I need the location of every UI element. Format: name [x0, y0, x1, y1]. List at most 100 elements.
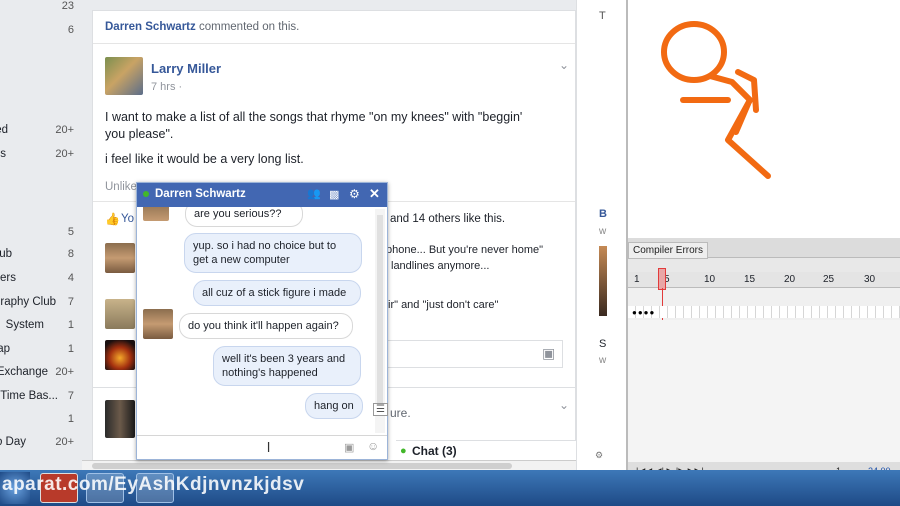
left-sidebar: 23 6 ed20+ s20+ 5 ub8 ers4 raphy Club7 S…: [0, 0, 82, 470]
chat-message: do you think it'll happen again?: [179, 313, 353, 339]
sender-avatar: [143, 309, 173, 339]
post-text: ure.: [390, 406, 411, 420]
horizontal-scrollbar[interactable]: [82, 460, 622, 470]
timeline-ruler[interactable]: 1 5 10 15 20 25 30: [628, 272, 900, 288]
sidebar-item[interactable]: o Day20+: [0, 436, 82, 452]
taskbar: aparat.com/EyAshKdjnvnzkjdsv: [0, 470, 900, 506]
gear-icon[interactable]: ⚙: [349, 187, 360, 201]
sidebar-item[interactable]: Time Bas... 7: [0, 390, 82, 406]
right-col-text: w: [599, 226, 607, 237]
sidebar-item[interactable]: System 1: [0, 319, 82, 335]
sidebar-item[interactable]: ers 4: [0, 272, 82, 288]
author-avatar[interactable]: [105, 57, 143, 95]
right-col-text: T: [599, 10, 606, 22]
likes-count[interactable]: and 14 others like this.: [390, 213, 505, 225]
timeline-layer-row[interactable]: ●●●●: [628, 306, 900, 318]
sidebar-item[interactable]: s 20+: [0, 148, 82, 164]
chevron-down-icon[interactable]: ⌄: [559, 58, 569, 72]
comment-text: phone... But you're never home": [386, 244, 544, 256]
likes-you-link[interactable]: Yo: [121, 213, 134, 225]
chat-scrollbar-thumb[interactable]: [377, 215, 383, 415]
chat-message: well it's been 3 years and nothing's hap…: [213, 346, 361, 386]
sidebar-count: 5: [67, 226, 74, 238]
chat-window: Darren Schwartz 👥 ▩ ⚙ ✕ are you serious?…: [136, 182, 388, 460]
post-text-line-2: i feel like it would be a very long list…: [105, 152, 304, 166]
divider: [93, 43, 575, 44]
video-call-icon[interactable]: ▩: [329, 188, 339, 201]
timeline-body: [628, 320, 900, 462]
chat-message: hang on: [305, 393, 363, 419]
sidebar-count: 20+: [55, 436, 74, 448]
sidebar-item[interactable]: 1: [0, 413, 82, 429]
sidebar-item[interactable]: ap 1: [0, 343, 82, 359]
person-icon: ●: [400, 445, 407, 457]
sidebar-item[interactable]: raphy Club 7: [0, 296, 82, 312]
sidebar-item[interactable]: Exchange 20+: [0, 366, 82, 382]
settings-gear-icon[interactable]: ⚙: [595, 450, 603, 461]
post-text: I want to make a list of all the songs t…: [105, 110, 523, 141]
post-timestamp[interactable]: 7 hrs ·: [151, 81, 182, 93]
chat-dock-label: Chat (3): [412, 444, 457, 458]
sidebar-count: 1: [67, 413, 74, 425]
online-status-icon: [143, 191, 149, 197]
right-col-text: S: [599, 338, 607, 350]
chat-message: yup. so i had no choice but to get a new…: [184, 233, 362, 273]
sidebar-count: 1: [67, 343, 74, 355]
right-col-image[interactable]: [599, 246, 607, 316]
author-name-link[interactable]: Larry Miller: [151, 61, 221, 76]
commenter-avatar[interactable]: [105, 299, 135, 329]
comment-text: ir" and "just don't care": [388, 299, 499, 311]
thumbs-up-icon: 👍: [105, 212, 120, 226]
globe-icon: ·: [178, 81, 183, 93]
sidebar-count: 6: [67, 24, 74, 36]
sidebar-count: 23: [61, 0, 74, 12]
animation-app-window: Compiler Errors 1 5 10 15 20 25 30 ●●●● …: [626, 0, 900, 486]
sidebar-item[interactable]: ub 8: [0, 248, 82, 264]
chat-message: all cuz of a stick figure i made: [193, 280, 361, 306]
chat-input[interactable]: Ɩ ▣ ☺: [137, 435, 387, 459]
sidebar-item[interactable]: 6: [0, 24, 82, 40]
sidebar-count: 20+: [55, 366, 74, 378]
chat-messages: are you serious?? yup. so i had no choic…: [137, 207, 387, 435]
sender-avatar: [143, 207, 169, 221]
commenter-avatar[interactable]: [105, 340, 135, 370]
emoji-list-icon[interactable]: ☰: [373, 403, 388, 416]
keyframe-dots[interactable]: ●●●●: [632, 308, 655, 317]
comment-text: landlines anymore...: [391, 260, 490, 272]
sidebar-item[interactable]: 23: [0, 0, 82, 16]
stage-canvas[interactable]: [628, 0, 900, 238]
chat-message: are you serious??: [185, 207, 303, 227]
chat-header[interactable]: Darren Schwartz 👥 ▩ ⚙ ✕: [137, 183, 387, 207]
post-thumbnail[interactable]: [105, 400, 135, 438]
add-friend-icon[interactable]: 👥: [307, 187, 321, 200]
chevron-down-icon[interactable]: ⌄: [559, 398, 569, 412]
commenter-avatar[interactable]: [105, 243, 135, 273]
chat-scrollbar[interactable]: [375, 209, 385, 433]
chat-title[interactable]: Darren Schwartz: [155, 188, 246, 200]
close-icon[interactable]: ✕: [369, 186, 380, 202]
scrollbar-thumb[interactable]: [92, 463, 512, 469]
sidebar-count: 1: [67, 319, 74, 331]
camera-icon[interactable]: ▣: [344, 441, 354, 454]
chat-dock[interactable]: ● Chat (3): [396, 440, 576, 462]
right-col-text: w: [599, 355, 607, 366]
sidebar-count: 7: [67, 296, 74, 308]
unlike-link[interactable]: Unlike: [105, 181, 137, 193]
stick-figure[interactable]: [628, 0, 900, 238]
sidebar-count: 20+: [55, 124, 74, 136]
camera-icon[interactable]: ▣: [542, 345, 555, 362]
watermark-text: aparat.com/EyAshKdjnvnzkjdsv: [2, 474, 305, 495]
activity-actor-link[interactable]: Darren Schwartz: [105, 21, 196, 33]
right-column: T B w S w ⚙: [576, 0, 626, 470]
sidebar-item[interactable]: 5: [0, 226, 82, 242]
sidebar-count: 20+: [55, 148, 74, 160]
emoji-icon[interactable]: ☺: [367, 439, 379, 453]
sidebar-item[interactable]: ed20+: [0, 124, 82, 140]
panel-tabs: Compiler Errors: [628, 238, 900, 259]
activity-action: commented on this.: [198, 21, 300, 33]
sidebar-count: 7: [67, 390, 74, 402]
playhead[interactable]: [658, 268, 666, 290]
tab-compiler-errors[interactable]: Compiler Errors: [628, 242, 709, 259]
sidebar-count: 8: [67, 248, 74, 260]
sidebar-count: 4: [67, 272, 74, 284]
